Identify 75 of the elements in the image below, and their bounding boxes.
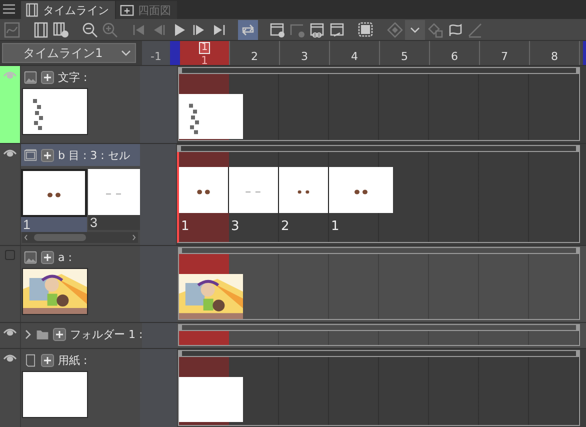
frame-number: -1	[142, 41, 170, 65]
loop-icon	[240, 22, 256, 38]
layer-name: 用紙 :	[58, 352, 88, 368]
keyframe-icon	[387, 22, 403, 38]
frame-icon	[120, 3, 134, 17]
chevron-right-icon[interactable]	[24, 328, 32, 340]
end-marker[interactable]	[583, 41, 586, 65]
eye-icon	[3, 70, 17, 80]
eye-icon	[3, 353, 17, 363]
playhead[interactable]: 1	[199, 42, 210, 54]
track-area[interactable]	[178, 331, 580, 346]
new-cel-icon	[289, 22, 305, 38]
zoom-in-icon	[102, 22, 118, 38]
film-add-button[interactable]	[51, 20, 71, 40]
visibility-toggle[interactable]	[0, 66, 21, 143]
layer-row[interactable]: a :	[0, 246, 140, 322]
film-icon	[25, 3, 39, 17]
layer-name: b 目 : 3 : セル	[58, 148, 130, 162]
start-marker[interactable]	[170, 41, 180, 65]
cel-item[interactable]: 1	[21, 169, 87, 232]
frame-number: 5	[401, 50, 408, 63]
cel-link-icon	[329, 22, 345, 38]
frame-number: 8	[551, 50, 558, 63]
cel-link-icon	[309, 22, 325, 38]
frame-number: 2	[251, 50, 258, 63]
layer-header[interactable]: b 目 : 3 : セル	[21, 144, 140, 166]
layer-row[interactable]: b 目 : 3 : セル 1 3	[0, 144, 140, 245]
cel-number: 1	[180, 218, 190, 234]
eye-icon	[3, 327, 17, 337]
menu-icon[interactable]	[3, 4, 15, 14]
frame-thumbnail	[179, 377, 243, 422]
frame-number: 3	[301, 50, 308, 63]
plus-icon[interactable]	[41, 70, 54, 84]
zoom-out-icon	[82, 22, 98, 38]
plus-icon[interactable]	[41, 148, 54, 162]
plus-icon[interactable]	[53, 328, 66, 340]
plus-icon[interactable]	[41, 354, 54, 366]
layer-thumbnail	[22, 371, 88, 418]
checkbox-icon	[5, 250, 15, 260]
caret-button[interactable]	[405, 20, 425, 40]
frame-number: 6	[451, 50, 458, 63]
image-icon	[24, 70, 37, 84]
scrollbar[interactable]	[22, 232, 138, 243]
layer-row[interactable]: フォルダー 1 :	[0, 323, 142, 348]
layer-row[interactable]: 用紙 :	[0, 349, 140, 427]
film-add-icon	[53, 22, 69, 38]
pen-icon	[467, 22, 483, 38]
layer-row[interactable]: 文字 :	[0, 66, 140, 143]
eye-icon	[3, 148, 17, 158]
frame-number: 4	[351, 50, 358, 63]
flag-icon	[447, 22, 463, 38]
tab[interactable]: タイムライン	[21, 1, 115, 19]
loop-button[interactable]	[238, 20, 258, 40]
plus-icon[interactable]	[41, 250, 54, 264]
frame-ruler[interactable]: -1 1 1 2 3 4 5 6 7 8	[142, 41, 586, 65]
cel-item[interactable]: 3	[88, 169, 140, 232]
folder-icon	[36, 328, 49, 340]
page-icon	[24, 354, 37, 366]
film-icon	[33, 22, 49, 38]
layer-name: 文字 :	[58, 70, 88, 84]
graph-icon	[4, 22, 20, 38]
cel-number: 1	[330, 218, 340, 234]
film-icon	[24, 148, 37, 162]
layer-name: フォルダー 1 :	[70, 326, 143, 342]
cel-number: 3	[230, 218, 240, 234]
chevron-down-icon	[120, 49, 131, 57]
frame-number: 1	[201, 54, 208, 67]
track-area[interactable]: 1 3 2 1	[177, 152, 580, 243]
cel-number: 2	[280, 218, 290, 234]
onion-skin-icon	[358, 22, 374, 38]
frame-number: 7	[501, 50, 508, 63]
new-cel-icon	[269, 22, 285, 38]
image-icon	[24, 250, 37, 264]
timeline-dropdown[interactable]: タイムライン1	[2, 43, 136, 63]
layer-name: a :	[58, 250, 72, 264]
